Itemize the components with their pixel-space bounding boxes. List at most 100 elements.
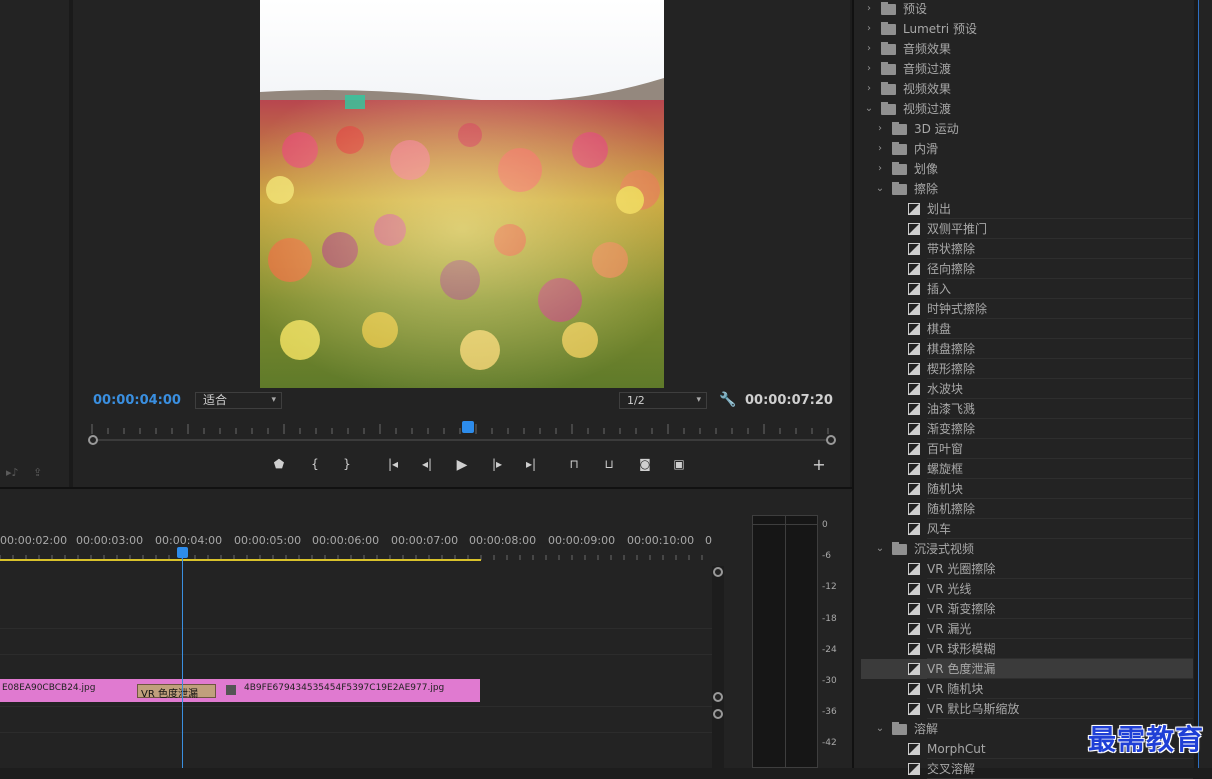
folder-label: 3D 运动 — [914, 122, 959, 136]
db-label: -30 — [822, 676, 837, 686]
export-frame-button[interactable]: ◙ — [634, 457, 656, 471]
step-back-button[interactable]: ◂| — [416, 457, 438, 471]
video-clip[interactable]: E08EA90CBCB24.jpg 4B9FE679434535454F5397… — [0, 679, 480, 702]
audio-insert-icon[interactable]: ▸♪ — [6, 466, 19, 479]
comparison-view-button[interactable]: ▣ — [668, 457, 690, 471]
scroll-knob[interactable] — [713, 692, 723, 702]
effect-item[interactable]: 螺旋框 — [861, 459, 1193, 479]
monitor-playhead[interactable] — [462, 421, 474, 433]
effect-item[interactable]: 随机块 — [861, 479, 1193, 499]
effect-item[interactable]: VR 光线 — [861, 579, 1193, 599]
export-frame-icon[interactable]: ⇪ — [33, 466, 42, 479]
play-button[interactable]: ▶ — [451, 457, 473, 473]
wrench-icon[interactable]: 🔧 — [719, 392, 736, 408]
chevron-right-icon[interactable]: › — [863, 39, 875, 59]
effect-item[interactable]: 时钟式擦除 — [861, 299, 1193, 319]
mark-out-button[interactable]: } — [336, 457, 358, 471]
timeline-playhead[interactable] — [177, 547, 188, 558]
ruler-label: 00:00:07:00 — [391, 534, 459, 547]
add-marker-button[interactable]: ⬟ — [268, 457, 290, 471]
button-editor-button[interactable]: + — [808, 455, 830, 474]
effect-item[interactable]: 双侧平推门 — [861, 219, 1193, 239]
effect-item[interactable]: 划出 — [861, 199, 1193, 219]
effect-item[interactable]: VR 光圈擦除 — [861, 559, 1193, 579]
ruler-label: 00:00:10:00 — [627, 534, 695, 547]
effect-item[interactable]: 楔形擦除 — [861, 359, 1193, 379]
ruler-label: 00:00:05:00 — [234, 534, 302, 547]
chevron-down-icon[interactable]: ⌄ — [874, 719, 886, 739]
out-point-handle[interactable] — [826, 435, 836, 445]
duration-timecode: 00:00:07:20 — [745, 393, 833, 408]
effects-folder[interactable]: › 划像 — [861, 159, 1193, 179]
transition-effect-icon — [908, 283, 920, 295]
timeline-playhead-line[interactable] — [182, 555, 183, 768]
current-timecode[interactable]: 00:00:04:00 — [93, 393, 181, 408]
folder-label: 音频效果 — [903, 42, 952, 56]
in-point-handle[interactable] — [88, 435, 98, 445]
chevron-right-icon[interactable]: › — [874, 159, 886, 179]
effects-folder[interactable]: › 音频效果 — [861, 39, 1193, 59]
effect-item[interactable]: 百叶窗 — [861, 439, 1193, 459]
effects-folder[interactable]: › 预设 — [861, 0, 1193, 19]
effect-item[interactable]: VR 球形模糊 — [861, 639, 1193, 659]
chevron-right-icon[interactable]: › — [863, 59, 875, 79]
folder-label: Lumetri 预设 — [903, 22, 977, 36]
transition-effect-icon — [908, 243, 920, 255]
lift-button[interactable]: ⊓ — [563, 457, 585, 471]
go-to-in-button[interactable]: |◂ — [382, 457, 404, 471]
resolution-dropdown-label: 1/2 — [627, 394, 645, 407]
effect-item[interactable]: 交叉溶解 — [861, 759, 1193, 779]
effects-folder[interactable]: › 内滑 — [861, 139, 1193, 159]
effect-item[interactable]: VR 渐变擦除 — [861, 599, 1193, 619]
effects-folder[interactable]: ⌄ 视频过渡 — [861, 99, 1193, 119]
folder-icon — [892, 722, 907, 735]
ruler-label: 0 — [705, 534, 712, 547]
effect-item[interactable]: 水波块 — [861, 379, 1193, 399]
effect-item[interactable]: 渐变擦除 — [861, 419, 1193, 439]
effect-item[interactable]: 棋盘擦除 — [861, 339, 1193, 359]
scroll-knob[interactable] — [713, 567, 723, 577]
effects-folder[interactable]: ⌄ 沉浸式视频 — [861, 539, 1193, 559]
transition-effect-icon — [908, 263, 920, 275]
transition-effect-icon — [908, 643, 920, 655]
effect-item[interactable]: VR 漏光 — [861, 619, 1193, 639]
effect-label: 时钟式擦除 — [927, 302, 988, 316]
work-area-bar[interactable] — [0, 559, 481, 561]
effect-item[interactable]: 风车 — [861, 519, 1193, 539]
effect-item[interactable]: 插入 — [861, 279, 1193, 299]
effect-label: 渐变擦除 — [927, 422, 976, 436]
extract-button[interactable]: ⊔ — [598, 457, 620, 471]
effects-folder[interactable]: › 视频效果 — [861, 79, 1193, 99]
effect-item[interactable]: VR 默比乌斯缩放 — [861, 699, 1193, 719]
effects-folder[interactable]: › 3D 运动 — [861, 119, 1193, 139]
chevron-right-icon[interactable]: › — [863, 0, 875, 19]
chevron-right-icon[interactable]: › — [874, 139, 886, 159]
effect-item[interactable]: 油漆飞溅 — [861, 399, 1193, 419]
go-to-out-button[interactable]: ▸| — [520, 457, 542, 471]
scroll-knob[interactable] — [713, 709, 723, 719]
timeline-scrollbar[interactable] — [712, 566, 724, 768]
effect-item[interactable]: 径向擦除 — [861, 259, 1193, 279]
monitor-scrub-bar[interactable] — [88, 434, 836, 446]
effect-item[interactable]: 棋盘 — [861, 319, 1193, 339]
effect-item[interactable]: VR 色度泄漏 — [861, 659, 1193, 679]
effect-item[interactable]: VR 随机块 — [861, 679, 1193, 699]
transition-clip[interactable]: VR 色度泄漏 — [137, 684, 216, 700]
chevron-right-icon[interactable]: › — [874, 119, 886, 139]
chevron-right-icon[interactable]: › — [863, 19, 875, 39]
effects-folder[interactable]: › 音频过渡 — [861, 59, 1193, 79]
db-label: -24 — [822, 645, 837, 655]
chevron-down-icon[interactable]: ⌄ — [863, 99, 875, 119]
effect-item[interactable]: 随机擦除 — [861, 499, 1193, 519]
step-forward-button[interactable]: |▸ — [486, 457, 508, 471]
resolution-dropdown[interactable]: 1/2 ▾ — [619, 392, 707, 409]
effect-item[interactable]: 带状擦除 — [861, 239, 1193, 259]
fit-dropdown[interactable]: 适合 ▾ — [195, 392, 282, 409]
chevron-down-icon[interactable]: ⌄ — [874, 539, 886, 559]
folder-label: 划像 — [914, 162, 939, 176]
effects-folder[interactable]: ⌄ 擦除 — [861, 179, 1193, 199]
chevron-down-icon[interactable]: ⌄ — [874, 179, 886, 199]
chevron-right-icon[interactable]: › — [863, 79, 875, 99]
effects-folder[interactable]: › Lumetri 预设 — [861, 19, 1193, 39]
mark-in-button[interactable]: { — [304, 457, 326, 471]
